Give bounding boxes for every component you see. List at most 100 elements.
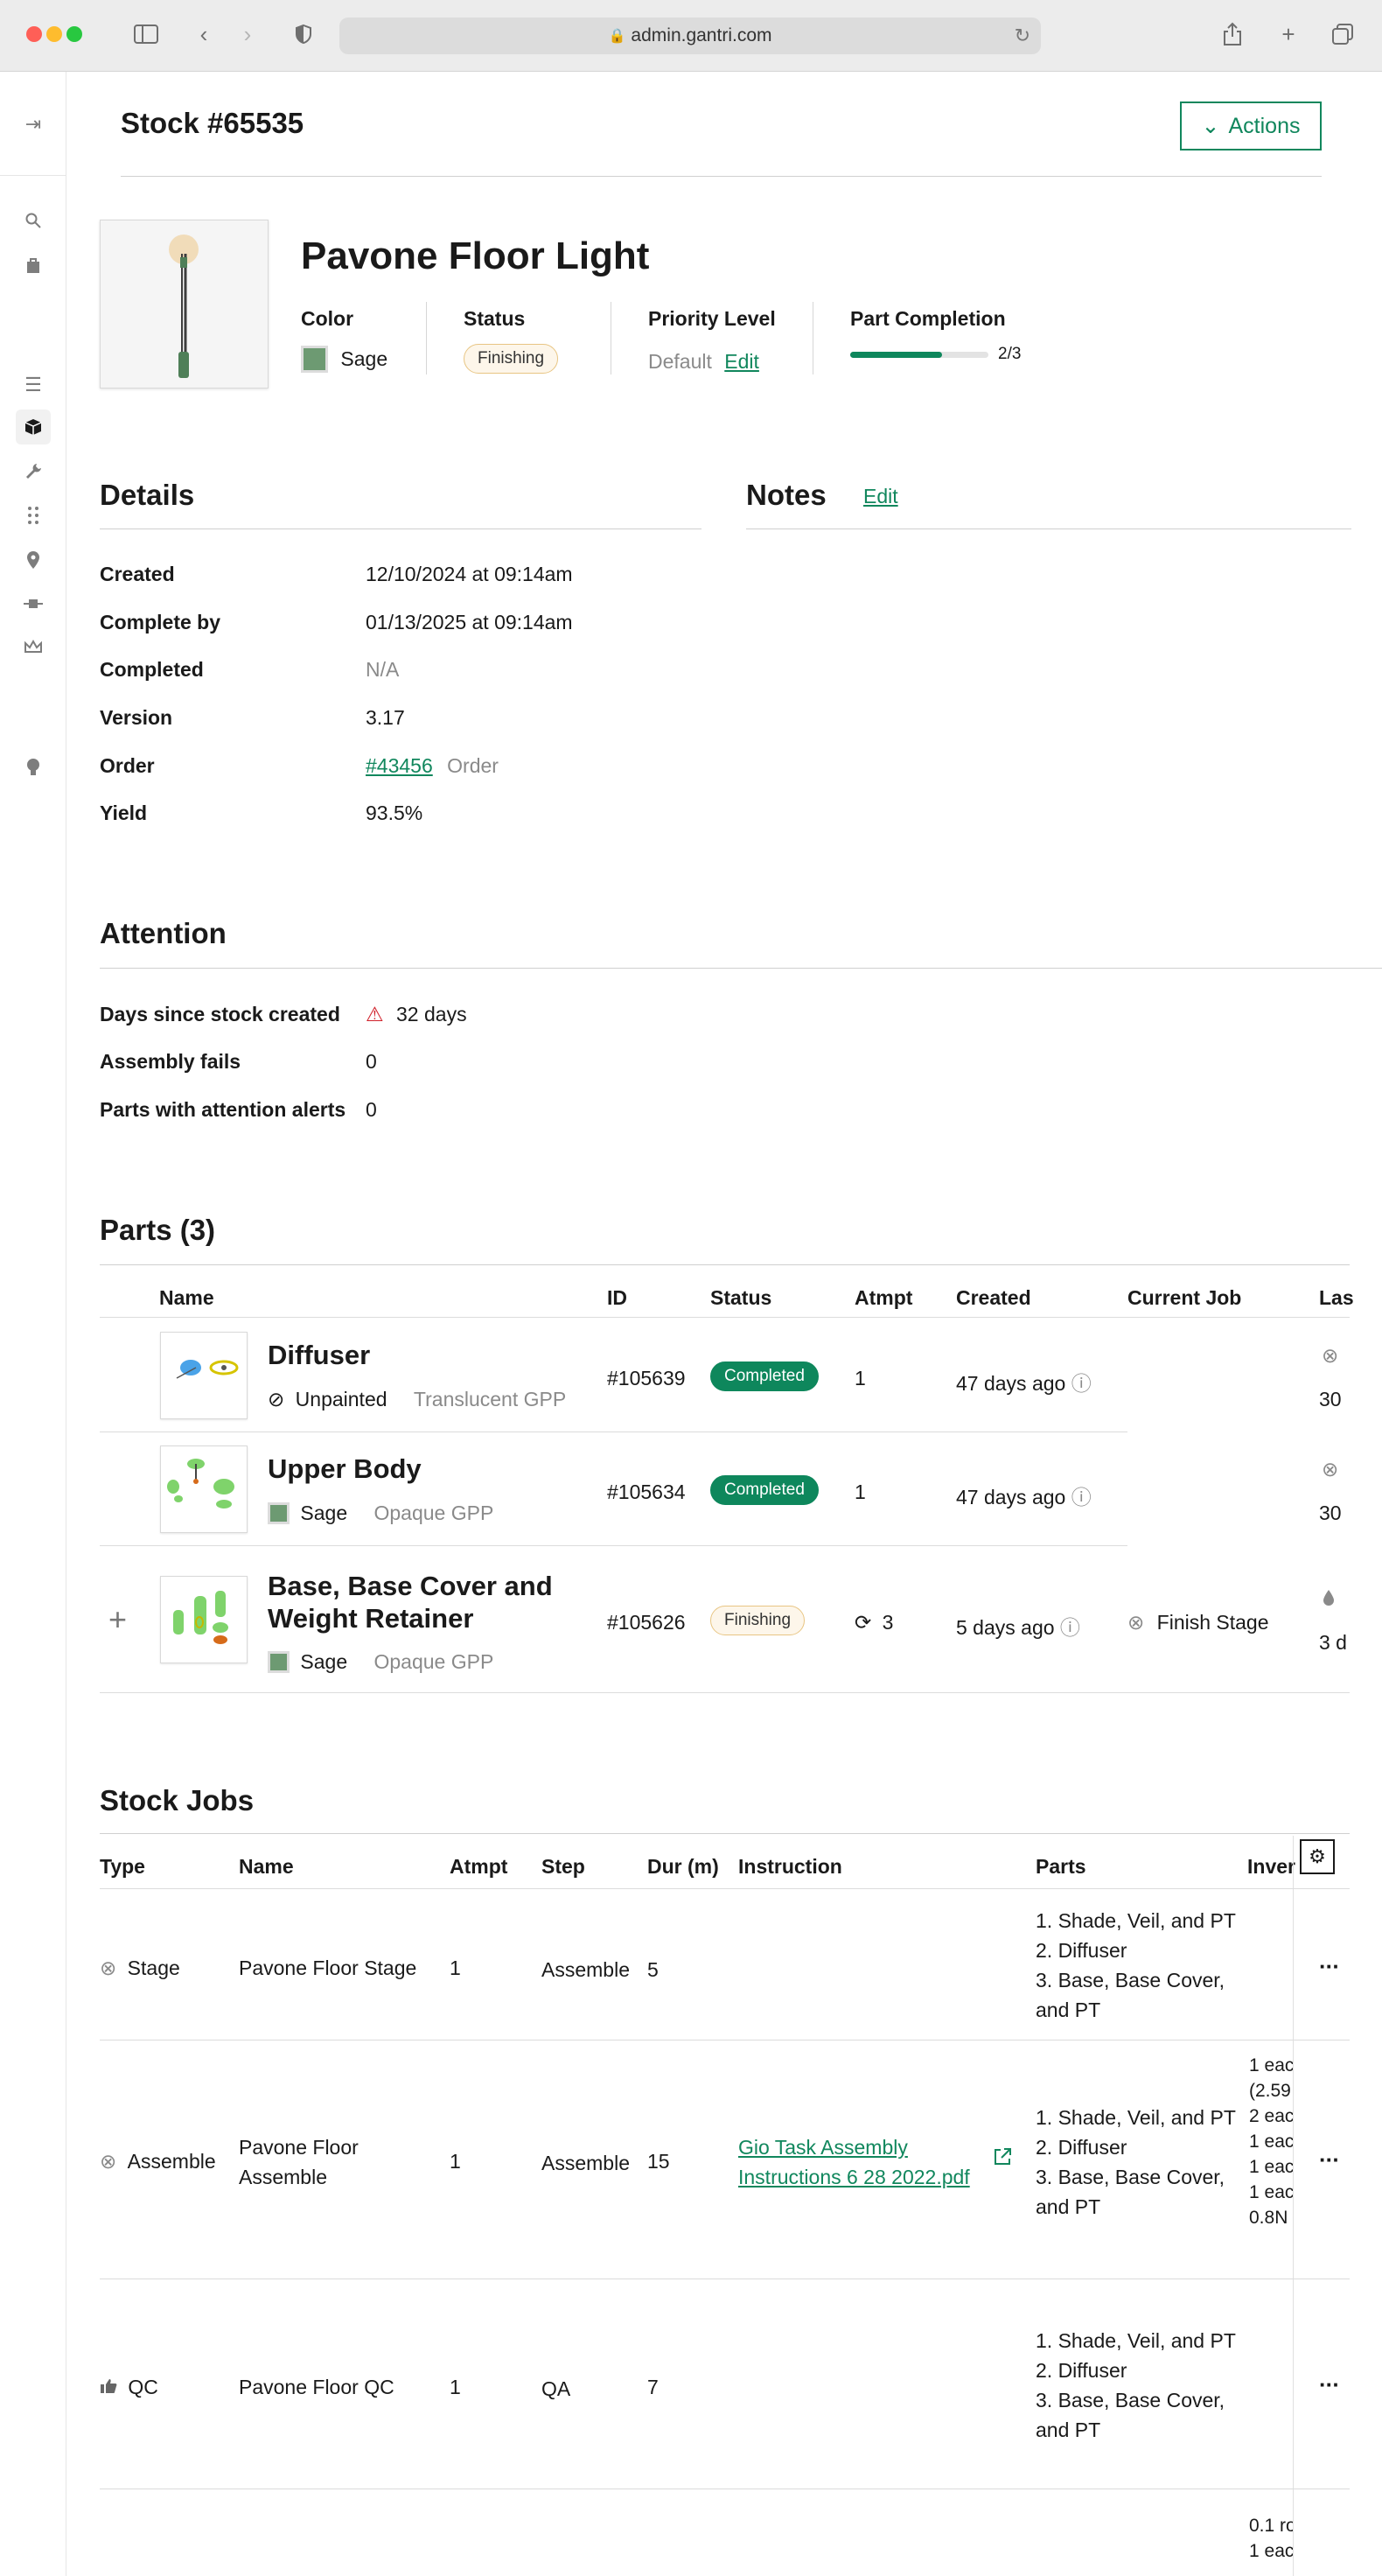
attention-value: 0 xyxy=(366,1050,377,1073)
details-divider xyxy=(100,528,701,529)
part-name[interactable]: Upper Body xyxy=(268,1452,422,1485)
order-value: #43456 Order xyxy=(366,754,499,777)
table-settings-gear-icon[interactable]: ⚙ xyxy=(1300,1839,1335,1874)
parts-col-created[interactable]: Created xyxy=(956,1286,1031,1310)
part-status-badge: Finishing xyxy=(710,1606,806,1635)
jobs-col-instruction[interactable]: Instruction xyxy=(738,1855,842,1879)
bag-icon[interactable] xyxy=(16,248,51,283)
share-icon[interactable] xyxy=(1218,19,1247,49)
job-name[interactable]: Pavone Floor Stage xyxy=(239,1956,416,1980)
part-id[interactable]: #105626 xyxy=(607,1611,686,1634)
location-pin-icon[interactable] xyxy=(16,542,51,578)
status-x-icon: ⊗ xyxy=(1322,1344,1339,1367)
jobs-col-inventory[interactable]: Inver xyxy=(1247,1855,1295,1879)
reload-icon[interactable]: ↻ xyxy=(1015,24,1030,47)
job-inventory-list: 0.1 ro 1 eac xyxy=(1249,2516,1293,2561)
lightbulb-icon[interactable] xyxy=(16,750,51,785)
part-last: 30 xyxy=(1319,1502,1342,1524)
detail-label: Order xyxy=(100,754,155,777)
job-name[interactable]: Pavone Floor Assemble xyxy=(239,2132,359,2192)
completion-label: Part Completion xyxy=(850,307,1006,330)
jobs-col-duration[interactable]: Dur (m) xyxy=(647,1855,719,1879)
row-menu-icon[interactable]: ··· xyxy=(1319,2371,1340,2398)
status-label: Status xyxy=(464,307,526,330)
parts-col-atmpt[interactable]: Atmpt xyxy=(855,1286,912,1310)
priority-edit-link[interactable]: Edit xyxy=(724,350,759,373)
crown-icon[interactable] xyxy=(16,629,51,664)
parts-divider xyxy=(100,1264,1350,1265)
attention-label: Assembly fails xyxy=(100,1050,241,1073)
notes-edit-link[interactable]: Edit xyxy=(863,485,898,508)
job-duration: 5 xyxy=(647,1958,659,1981)
jobs-col-parts[interactable]: Parts xyxy=(1036,1855,1086,1879)
grid-dots-icon[interactable] xyxy=(16,498,51,533)
job-duration: 7 xyxy=(647,2376,659,2398)
part-id[interactable]: #105634 xyxy=(607,1480,686,1504)
sticky-column-divider xyxy=(1293,1836,1294,2576)
status-badge: Finishing xyxy=(464,344,559,374)
box-icon[interactable] xyxy=(16,410,51,444)
part-current-job[interactable]: ⊗ Finish Stage xyxy=(1127,1611,1269,1634)
parts-col-last[interactable]: Las xyxy=(1319,1286,1354,1310)
collapse-icon[interactable]: ⇥ xyxy=(16,107,51,142)
job-type: ⊗ Assemble xyxy=(100,2150,216,2173)
detail-label: Created xyxy=(100,563,175,585)
search-icon[interactable] xyxy=(16,203,51,238)
jobs-col-atmpt[interactable]: Atmpt xyxy=(450,1855,507,1879)
actions-button[interactable]: ⌄ Actions xyxy=(1180,102,1322,150)
page-title: Stock #65535 xyxy=(121,107,304,139)
parts-col-name[interactable]: Name xyxy=(159,1286,214,1310)
part-atmpt: 1 xyxy=(855,1367,866,1390)
order-link[interactable]: #43456 xyxy=(366,754,433,777)
back-icon[interactable]: ‹ xyxy=(189,19,219,49)
address-bar[interactable]: 🔒 admin.gantri.com ↻ xyxy=(339,18,1041,54)
job-atmpt: 1 xyxy=(450,2376,461,2398)
row-menu-icon[interactable]: ··· xyxy=(1319,1953,1340,1980)
instruction-link[interactable]: Gio Task Assembly Instructions 6 28 2022… xyxy=(738,2132,970,2192)
header-divider xyxy=(121,176,1322,177)
jobs-col-name[interactable]: Name xyxy=(239,1855,294,1879)
parts-col-status[interactable]: Status xyxy=(710,1286,771,1310)
part-name[interactable]: Diffuser xyxy=(268,1339,370,1371)
job-name[interactable]: Pavone Floor QC xyxy=(239,2376,394,2399)
product-name: Pavone Floor Light xyxy=(301,234,650,277)
parts-col-current-job[interactable]: Current Job xyxy=(1127,1286,1241,1310)
info-icon[interactable]: ⓘ xyxy=(1071,1486,1092,1508)
part-atmpt: 1 xyxy=(855,1480,866,1503)
parts-heading: Parts (3) xyxy=(100,1214,216,1246)
expand-row-icon[interactable]: + xyxy=(108,1601,127,1638)
minimize-window-button[interactable] xyxy=(46,26,62,42)
notes-heading: Notes xyxy=(746,479,827,511)
status-x-icon: ⊗ xyxy=(1322,1458,1339,1480)
row-menu-icon[interactable]: ··· xyxy=(1319,2146,1340,2174)
wrench-icon[interactable] xyxy=(16,454,51,489)
parts-col-id[interactable]: ID xyxy=(607,1286,627,1310)
info-icon[interactable]: ⓘ xyxy=(1071,1372,1092,1395)
close-window-button[interactable] xyxy=(26,26,42,42)
job-step: Assemble xyxy=(541,1958,630,1981)
part-id[interactable]: #105639 xyxy=(607,1367,686,1390)
shield-icon[interactable] xyxy=(289,19,318,49)
url-text: admin.gantri.com xyxy=(631,25,772,46)
part-thumbnail xyxy=(160,1576,248,1663)
job-atmpt: 1 xyxy=(450,2150,461,2173)
forward-icon[interactable]: › xyxy=(233,19,262,49)
attention-heading: Attention xyxy=(100,917,227,949)
tab-overview-icon[interactable] xyxy=(1328,19,1358,49)
jobs-col-step[interactable]: Step xyxy=(541,1855,585,1879)
status-x-icon: ⊗ xyxy=(100,2150,117,2173)
part-name[interactable]: Base, Base Cover and Weight Retainer xyxy=(268,1570,553,1634)
part-color: ⊘ Unpainted Translucent GPP xyxy=(268,1388,567,1410)
external-link-icon[interactable] xyxy=(992,2146,1013,2173)
stock-jobs-divider xyxy=(100,1833,1350,1834)
info-icon[interactable]: ⓘ xyxy=(1060,1616,1080,1639)
sidebar-toggle-icon[interactable] xyxy=(131,19,161,49)
jobs-col-type[interactable]: Type xyxy=(100,1855,145,1879)
job-parts-list: 1. Shade, Veil, and PT 2. Diffuser 3. Ba… xyxy=(1036,2106,1236,2218)
attention-label: Days since stock created xyxy=(100,1003,340,1026)
maximize-window-button[interactable] xyxy=(66,26,82,42)
new-tab-icon[interactable]: + xyxy=(1274,19,1303,49)
list-icon[interactable]: ☰ xyxy=(16,368,51,402)
plug-icon[interactable] xyxy=(16,586,51,621)
chevron-down-icon: ⌄ xyxy=(1201,114,1220,138)
